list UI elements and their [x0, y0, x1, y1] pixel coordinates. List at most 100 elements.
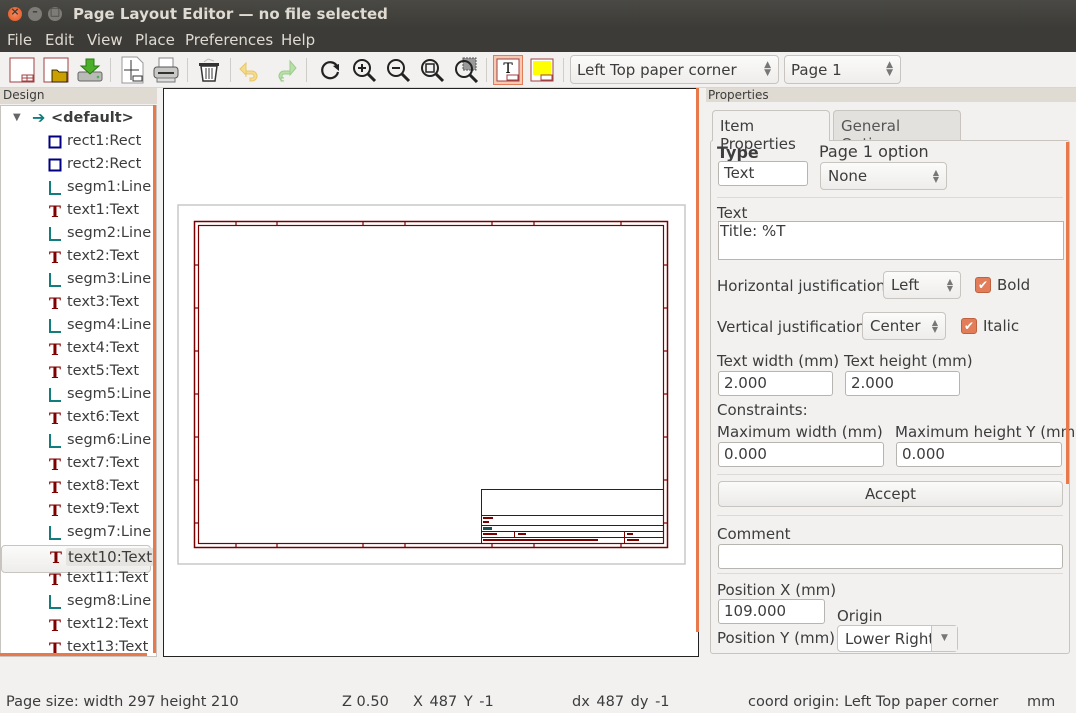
new-page-layout-button[interactable] [7, 55, 37, 85]
menu-place[interactable]: Place [135, 31, 175, 49]
tree-item-label: segm8:Line [67, 593, 152, 609]
spin-arrows-icon: ▲ ▼ [931, 318, 938, 334]
text-height-field[interactable]: 2.000 [845, 371, 960, 396]
tree-item[interactable]: segm5:Line [1, 384, 151, 407]
zoom-fit-button[interactable] [417, 55, 447, 85]
page-select-combo[interactable]: Page 1 ▲ ▼ [784, 55, 901, 84]
save-page-layout-button[interactable] [75, 55, 105, 85]
dropdown-arrow-icon[interactable]: ▼ [931, 626, 957, 651]
tab-item-properties[interactable]: Item Properties [712, 110, 830, 153]
tree-item[interactable]: rect2:Rect [1, 154, 151, 177]
tree-item-label: text2:Text [67, 248, 140, 264]
type-field[interactable]: Text [718, 161, 808, 186]
tree-item[interactable]: segm7:Line [1, 522, 151, 545]
menu-preferences[interactable]: Preferences [185, 31, 273, 49]
tree-item[interactable]: Ttext5:Text [1, 361, 151, 384]
zoom-selection-button[interactable] [451, 55, 481, 85]
tree-item[interactable]: segm1:Line [1, 177, 151, 200]
minimize-window-button[interactable]: – [28, 5, 42, 21]
drawing-canvas[interactable] [163, 88, 699, 657]
design-hscrollbar[interactable] [0, 653, 147, 656]
tree-item[interactable]: segm6:Line [1, 430, 151, 453]
coord-origin-value: Left Top paper corner [577, 61, 737, 79]
tab-general-options[interactable]: General Options [833, 110, 961, 153]
text-height-label: Text height (mm) [844, 352, 973, 370]
canvas-splitter[interactable] [696, 88, 699, 632]
print-button[interactable] [151, 55, 181, 85]
svg-text:T: T [50, 549, 62, 565]
status-page-size: Page size: width 297 height 210 [6, 694, 239, 710]
checkmark-icon: ✔ [963, 319, 975, 333]
position-x-field[interactable]: 109.000 [718, 599, 825, 624]
tree-item-label: segm2:Line [67, 225, 152, 241]
tree-item[interactable]: segm8:Line [1, 591, 151, 614]
comment-field[interactable] [718, 544, 1063, 569]
tree-item[interactable]: Ttext4:Text [1, 338, 151, 361]
menu-help[interactable]: Help [281, 31, 315, 49]
tree-root[interactable]: ▼ ➔ <default> [1, 108, 151, 131]
max-height-field[interactable]: 0.000 [896, 442, 1062, 467]
tree-item[interactable]: rect1:Rect [1, 131, 151, 154]
svg-text:T: T [49, 571, 61, 587]
window-title: Page Layout Editor — no file selected [73, 5, 388, 23]
page-settings-button[interactable] [117, 55, 147, 85]
tree-item[interactable]: Ttext3:Text [1, 292, 151, 315]
menu-file[interactable]: File [7, 31, 32, 49]
redraw-button[interactable] [315, 55, 345, 85]
tree-item-label: text4:Text [67, 340, 140, 356]
constraints-label: Constraints: [717, 401, 808, 419]
tree-item[interactable]: Ttext9:Text [1, 499, 151, 522]
accept-button[interactable]: Accept [718, 481, 1063, 507]
spin-arrows-icon: ▲ ▼ [764, 60, 771, 78]
vjust-select[interactable]: Center ▲ ▼ [862, 312, 946, 340]
spin-arrows-icon: ▲ ▼ [932, 168, 939, 184]
tree-item[interactable]: Ttext2:Text [1, 246, 151, 269]
text-field[interactable]: Title: %T [718, 221, 1064, 260]
redo-button[interactable] [270, 55, 300, 85]
tree-item[interactable]: segm3:Line [1, 269, 151, 292]
svg-text:T: T [49, 410, 61, 426]
tree-item[interactable]: Ttext6:Text [1, 407, 151, 430]
tree-item-label: rect2:Rect [67, 156, 142, 172]
close-window-button[interactable]: × [8, 5, 22, 21]
design-tree[interactable]: ▼ ➔ <default> rect1:Rect rect2:Rect segm1:… [0, 105, 157, 657]
maximize-window-button[interactable]: □ [48, 5, 62, 21]
tree-item[interactable]: Ttext12:Text [1, 614, 151, 637]
tree-item[interactable]: Ttext11:Text [1, 568, 151, 591]
tree-item[interactable]: Ttext7:Text [1, 453, 151, 476]
design-scrollbar[interactable] [153, 105, 156, 653]
show-colored-preview-button[interactable] [527, 55, 557, 85]
zoom-in-button[interactable] [349, 55, 379, 85]
hjust-select[interactable]: Left ▲ ▼ [883, 271, 961, 299]
expand-arrow-icon[interactable]: ▼ [13, 112, 21, 123]
text-icon: T [48, 248, 62, 267]
tree-item[interactable]: segm4:Line [1, 315, 151, 338]
zoom-out-button[interactable] [383, 55, 413, 85]
menu-view[interactable]: View [87, 31, 123, 49]
show-page-layout-text-button[interactable]: T [493, 55, 523, 85]
text-icon: T [48, 340, 62, 359]
tree-item-label: segm4:Line [67, 317, 152, 333]
origin-select[interactable]: Lower Right ▼ [837, 625, 958, 652]
tree-item[interactable]: segm2:Line [1, 223, 151, 246]
properties-scrollbar[interactable] [1066, 142, 1069, 484]
origin-value: Lower Right [845, 630, 935, 648]
paper-outline [177, 204, 686, 565]
tree-item[interactable]: Ttext8:Text [1, 476, 151, 499]
italic-checkbox[interactable]: ✔ [961, 318, 977, 334]
open-page-layout-button[interactable] [41, 55, 71, 85]
coord-origin-combo[interactable]: Left Top paper corner ▲ ▼ [570, 55, 779, 84]
menu-edit[interactable]: Edit [45, 31, 74, 49]
max-width-field[interactable]: 0.000 [718, 442, 884, 467]
text-width-field[interactable]: 2.000 [718, 371, 833, 396]
delete-item-button[interactable] [194, 55, 224, 85]
svg-text:T: T [49, 203, 61, 219]
tree-item-label: segm7:Line [67, 524, 152, 540]
page1-option-select[interactable]: None ▲ ▼ [820, 162, 947, 190]
tree-item-label: text5:Text [67, 363, 140, 379]
bold-checkbox[interactable]: ✔ [975, 277, 991, 293]
undo-button[interactable] [236, 55, 266, 85]
tree-item[interactable]: Ttext1:Text [1, 200, 151, 223]
svg-text:T: T [49, 502, 61, 518]
main-toolbar: T Left Top paper corner ▲ ▼ Page 1 ▲ ▼ [0, 52, 1076, 88]
